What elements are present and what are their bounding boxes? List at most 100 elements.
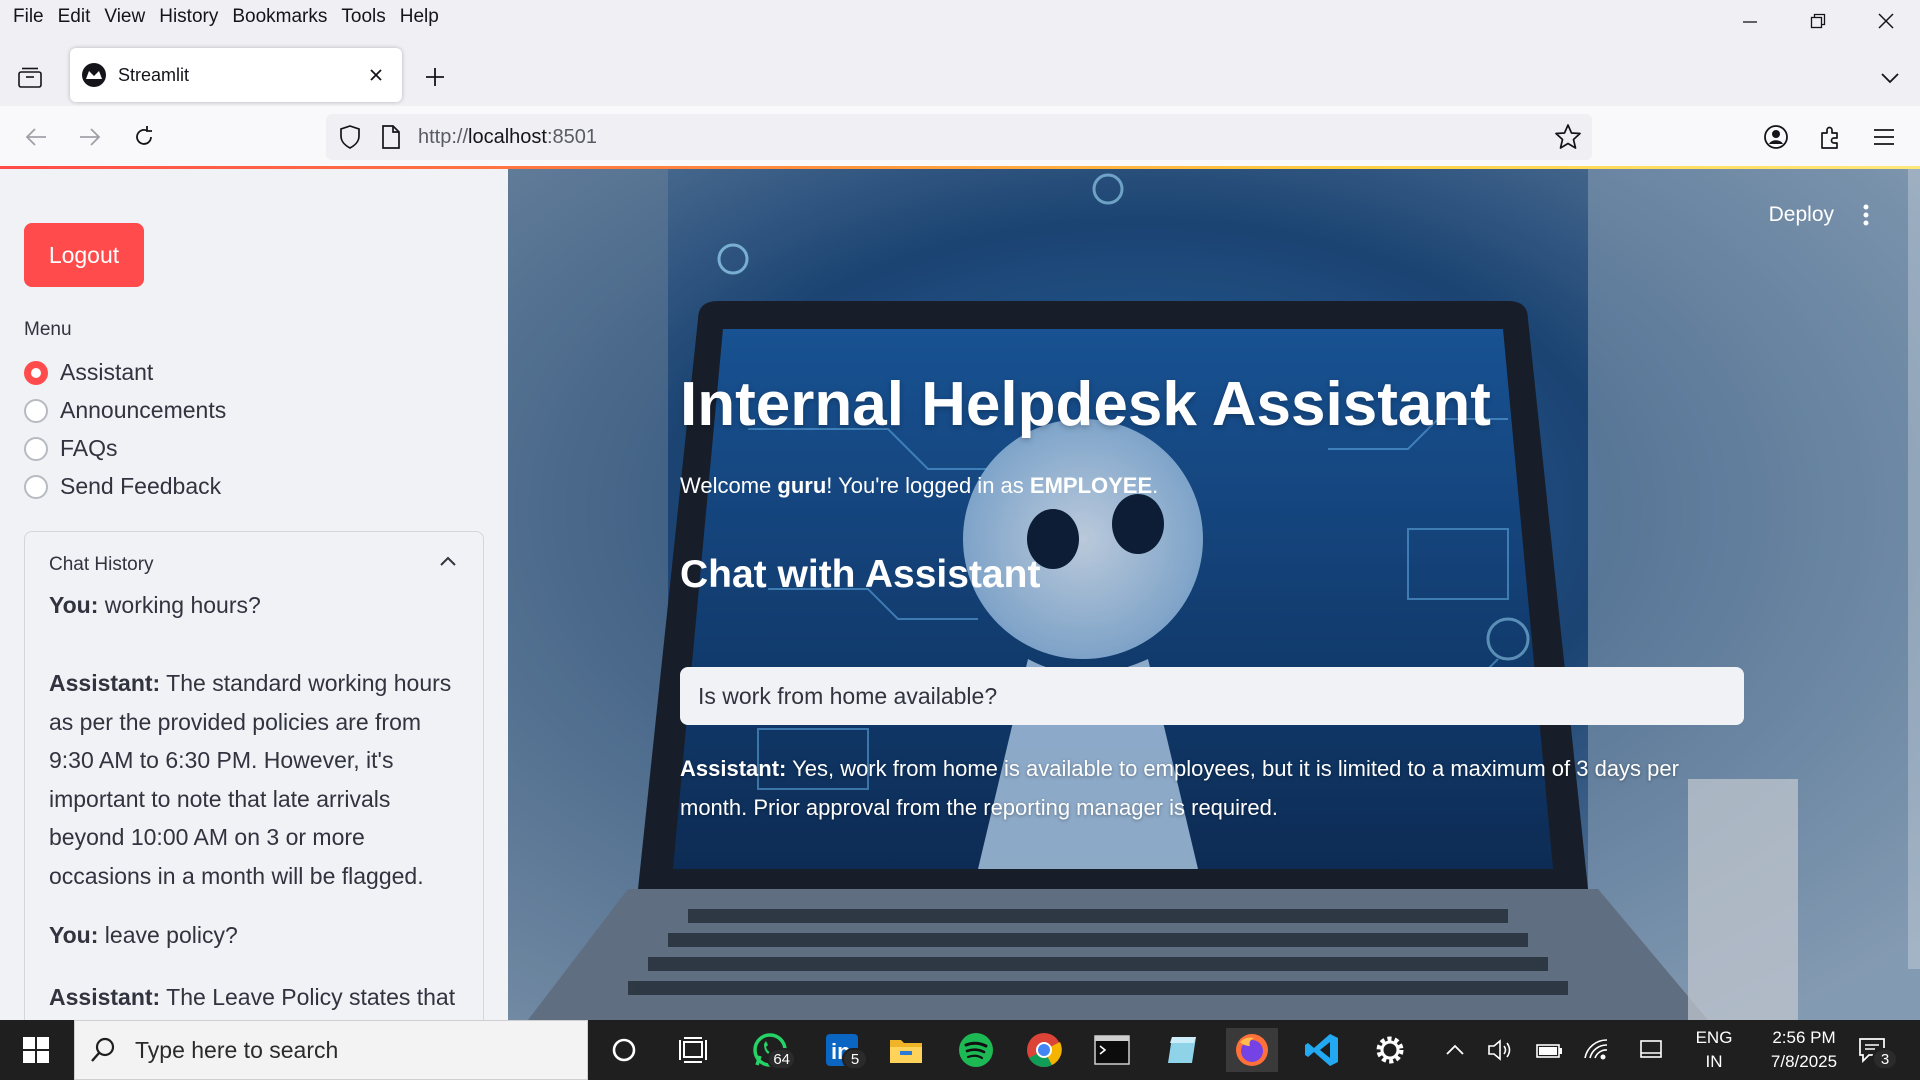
taskbar-search[interactable]: Type here to search [74,1020,588,1080]
tab-title: Streamlit [118,64,190,85]
chat-history-title[interactable]: Chat History [49,554,154,576]
close-icon [370,69,382,81]
logout-button[interactable]: Logout [24,223,144,287]
taskbar-clock[interactable]: 2:56 PM 7/8/2025 [1748,1026,1860,1074]
tablet-mode-button[interactable] [1634,1034,1668,1066]
start-button[interactable] [14,1034,58,1066]
spotify-taskbar-app[interactable] [950,1028,1002,1072]
main-menu-button[interactable] [1856,199,1876,231]
menu-option-label: FAQs [60,435,118,461]
message-speaker: Assistant: [49,984,161,1010]
history-message: You: leave policy? [49,916,469,955]
menu-view[interactable]: View [97,6,152,28]
url-host: localhost [468,125,547,148]
language-indicator[interactable]: ENG IN [1690,1026,1738,1074]
minimize-button[interactable] [1716,0,1784,42]
menu-bookmarks[interactable]: Bookmarks [225,6,334,28]
menu-history[interactable]: History [152,6,225,28]
task-view-icon [679,1037,707,1063]
menu-edit[interactable]: Edit [51,6,98,28]
chat-input[interactable] [680,667,1744,725]
chrome-icon [1027,1033,1062,1067]
forward-button[interactable] [72,119,108,155]
close-window-button[interactable] [1852,0,1920,42]
notes-taskbar-app[interactable] [1156,1028,1208,1072]
page-info-icon[interactable] [380,124,402,155]
history-message: Assistant: The Leave Policy states that [49,978,469,1017]
volume-button[interactable] [1484,1034,1518,1066]
menu-option-announcements[interactable]: Announcements [24,397,226,424]
radio-unselected-icon[interactable] [24,398,48,423]
new-tab-button[interactable] [420,62,450,92]
task-view-button[interactable] [668,1028,720,1072]
vscode-taskbar-app[interactable] [1296,1028,1348,1072]
firefox-icon [1236,1034,1268,1066]
menu-help[interactable]: Help [393,6,446,28]
chrome-taskbar-app[interactable] [1018,1028,1070,1072]
gear-icon [1376,1036,1404,1064]
message-text: working hours? [98,592,261,618]
restore-button[interactable] [1784,0,1852,42]
chat-history-expander: Chat History You: working hours? Assista… [24,531,484,1020]
folder-icon [890,1040,922,1063]
app-menu-button[interactable] [1866,119,1902,155]
notes-app-icon [1168,1037,1196,1063]
spotify-icon [959,1033,993,1067]
chevron-up-icon [1446,1044,1464,1055]
linkedin-badge: 5 [842,1048,868,1070]
back-button[interactable] [18,119,54,155]
chevron-up-icon[interactable] [439,554,457,572]
menu-tools[interactable]: Tools [334,6,392,28]
action-center-button[interactable]: 3 [1850,1032,1898,1070]
shield-icon[interactable] [338,124,362,155]
deploy-button[interactable]: Deploy [1769,203,1834,227]
tab-streamlit[interactable]: Streamlit [70,48,402,102]
battery-status[interactable] [1532,1034,1566,1066]
file-explorer-taskbar-app[interactable] [880,1028,932,1072]
menu-option-label: Assistant [60,359,154,385]
firefox-taskbar-app[interactable] [1226,1028,1278,1072]
extensions-button[interactable] [1812,119,1848,155]
welcome-message: Welcome guru! You're logged in as EMPLOY… [680,473,1158,499]
menu-option-assistant[interactable]: Assistant [24,359,153,386]
history-message: Assistant: The standard working hours as… [49,664,469,895]
radio-selected-icon[interactable] [24,360,48,385]
tab-close-button[interactable] [364,63,388,87]
list-all-tabs-button[interactable] [1872,60,1908,96]
streamlit-app: Logout Menu Assistant Announcements FAQs… [0,169,1920,1020]
terminal-taskbar-app[interactable] [1086,1028,1138,1072]
region-code: IN [1705,1052,1723,1071]
menu-bar: File Edit View History Bookmarks Tools H… [0,0,1920,34]
main-content: Deploy Internal Helpdesk Assistant Welco… [508,169,1920,1020]
menu-file[interactable]: File [6,6,51,28]
message-speaker: You: [49,592,99,618]
linkedin-taskbar-app[interactable]: in 5 [816,1028,868,1072]
bookmark-star-icon[interactable] [1554,123,1582,156]
whatsapp-badge: 64 [767,1048,796,1070]
cortana-button[interactable] [598,1028,650,1072]
radio-unselected-icon[interactable] [24,436,48,461]
cortana-circle-icon [612,1038,636,1062]
show-hidden-icons-button[interactable] [1440,1034,1470,1066]
wifi-status[interactable] [1580,1034,1614,1066]
account-button[interactable] [1758,119,1794,155]
reload-button[interactable] [126,119,162,155]
restore-icon [1810,13,1826,29]
tab-list-button[interactable] [12,60,48,96]
menu-option-label: Announcements [60,397,227,423]
url-text[interactable]: http://localhost:8501 [418,126,597,149]
page-title: Internal Helpdesk Assistant [680,370,1491,439]
address-bar[interactable]: http://localhost:8501 [326,114,1592,160]
minimize-icon [1743,21,1757,23]
chat-heading: Chat with Assistant [680,553,1041,596]
main-scrollbar[interactable] [1908,169,1920,969]
wifi-icon [1584,1039,1608,1060]
radio-unselected-icon[interactable] [24,474,48,499]
message-speaker: You: [49,922,99,948]
close-icon [1878,13,1894,29]
message-text: The Leave Policy states that [160,984,456,1010]
menu-option-send-feedback[interactable]: Send Feedback [24,473,221,500]
menu-option-faqs[interactable]: FAQs [24,435,118,462]
whatsapp-taskbar-app[interactable]: 64 [744,1028,796,1072]
settings-taskbar-app[interactable] [1364,1028,1416,1072]
